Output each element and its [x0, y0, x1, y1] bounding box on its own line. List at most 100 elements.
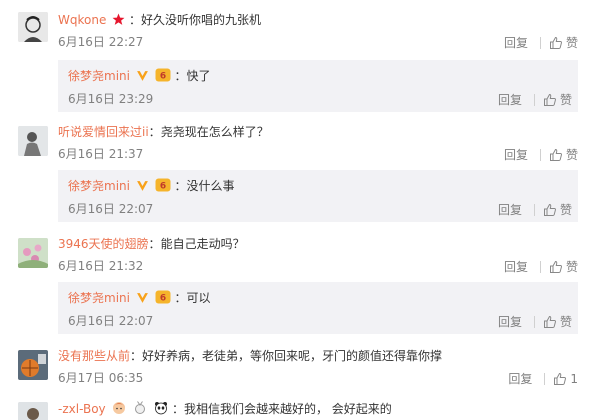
thumbs-up-icon — [543, 93, 556, 106]
username-link[interactable]: 3946天使的翅膀 — [58, 237, 149, 251]
vip-badge-icon: 6 — [155, 68, 171, 82]
comment-line: -zxl-Boy ：我相信我们会越来越好的， 会好起来的 — [58, 400, 392, 418]
comment-time: 6月17日 06:35 — [58, 371, 144, 385]
like-button[interactable]: 赞 — [543, 91, 572, 108]
star-badge-icon — [112, 13, 125, 25]
username-link[interactable]: 没有那些从前 — [58, 349, 130, 363]
like-label: 赞 — [559, 93, 572, 107]
reply-actions: 回复 赞 — [498, 91, 572, 108]
reply-text: 可以 — [186, 291, 211, 305]
like-count: 1 — [570, 371, 578, 386]
reply-line: 徐梦尧mini 6 ：快了 — [68, 67, 210, 85]
like-button[interactable]: 赞 — [543, 201, 572, 218]
like-button[interactable]: 赞 — [549, 258, 578, 275]
comment-actions: 回复 赞 — [504, 258, 578, 275]
avatar[interactable] — [18, 350, 48, 380]
username-link[interactable]: 徐梦尧mini — [68, 291, 130, 305]
svg-text:6: 6 — [159, 294, 165, 304]
comment-actions: 回复 赞 — [504, 146, 578, 163]
vip-badge-icon: 6 — [155, 178, 171, 192]
reply-button[interactable]: 回复 — [498, 201, 522, 218]
reply-actions: 回复 赞 — [498, 313, 572, 330]
thumbs-up-icon — [543, 315, 556, 328]
reply-button[interactable]: 回复 — [504, 34, 528, 51]
panda-icon — [155, 402, 168, 415]
divider — [533, 315, 535, 328]
reply-box: 徐梦尧mini 6 ：可以 6月16日 22:07 回复 赞 — [58, 282, 578, 334]
divider — [539, 260, 541, 273]
colon: ： — [174, 179, 187, 193]
like-label: 赞 — [565, 260, 578, 274]
username-link[interactable]: -zxl-Boy — [58, 402, 106, 416]
comment-time: 6月16日 21:37 — [58, 147, 144, 161]
comment-actions: 回复 1 — [508, 370, 578, 387]
like-button[interactable]: 1 — [553, 372, 578, 386]
verified-v-icon — [136, 181, 148, 191]
comment-line: 没有那些从前：好好养病，老徒弟，等你回来呢，牙门的颜值还得靠你撑 — [58, 347, 442, 365]
reply-button[interactable]: 回复 — [504, 258, 528, 275]
colon: ： — [171, 402, 184, 416]
comment-actions: 回复 赞 — [504, 34, 578, 51]
divider — [539, 36, 541, 49]
reply-box: 徐梦尧mini 6 ：没什么事 6月16日 22:07 回复 赞 — [58, 170, 578, 222]
thumbs-up-icon — [549, 36, 562, 49]
avatar[interactable] — [18, 126, 48, 156]
divider — [544, 372, 546, 385]
like-label: 赞 — [559, 315, 572, 329]
comment-text: 我相信我们会越来越好的， 会好起来的 — [183, 402, 392, 416]
reply-button[interactable]: 回复 — [504, 146, 528, 163]
comment-text: 好好养病，老徒弟，等你回来呢，牙门的颜值还得靠你撑 — [142, 349, 443, 363]
thumbs-up-icon — [554, 372, 567, 385]
like-label: 赞 — [559, 203, 572, 217]
reply-button[interactable]: 回复 — [508, 370, 532, 387]
reply-button[interactable]: 回复 — [498, 91, 522, 108]
comment-text: 能自己走动吗？ — [160, 237, 245, 251]
colon: ： — [130, 349, 143, 363]
colon: ： — [174, 291, 187, 305]
comment-line: 3946天使的翅膀：能自己走动吗？ — [58, 235, 245, 253]
username-link[interactable]: Wqkone — [58, 13, 106, 27]
vip-badge-icon: 6 — [155, 290, 171, 304]
verified-v-icon — [136, 71, 148, 81]
divider — [533, 93, 535, 106]
like-button[interactable]: 赞 — [549, 34, 578, 51]
comment-time: 6月16日 22:27 — [58, 35, 144, 49]
like-label: 赞 — [565, 36, 578, 50]
comment-text: 好久没听你唱的九张机 — [141, 13, 262, 27]
comment-line: 听说爱情回来过ii：尧尧现在怎么样了？ — [58, 123, 269, 141]
like-label: 赞 — [565, 148, 578, 162]
avatar[interactable] — [18, 238, 48, 268]
colon: ： — [148, 237, 161, 251]
avatar[interactable] — [18, 402, 48, 420]
reply-time: 6月16日 22:07 — [68, 314, 154, 328]
like-button[interactable]: 赞 — [543, 313, 572, 330]
reply-actions: 回复 赞 — [498, 201, 572, 218]
reply-text: 没什么事 — [186, 179, 235, 193]
avatar[interactable] — [18, 12, 48, 42]
colon: ： — [174, 69, 187, 83]
verified-v-icon — [136, 293, 148, 303]
medal-icon — [135, 401, 146, 414]
username-link[interactable]: 听说爱情回来过ii — [58, 125, 149, 139]
like-button[interactable]: 赞 — [549, 146, 578, 163]
reply-line: 徐梦尧mini 6 ：没什么事 — [68, 177, 234, 195]
colon: ： — [148, 125, 161, 139]
username-link[interactable]: 徐梦尧mini — [68, 179, 130, 193]
girl-face-emoji-icon — [113, 402, 126, 414]
reply-button[interactable]: 回复 — [498, 313, 522, 330]
reply-time: 6月16日 23:29 — [68, 92, 154, 106]
reply-time: 6月16日 22:07 — [68, 202, 154, 216]
username-link[interactable]: 徐梦尧mini — [68, 69, 130, 83]
comment-time: 6月16日 21:32 — [58, 259, 144, 273]
divider — [533, 203, 535, 216]
divider — [539, 148, 541, 161]
thumbs-up-icon — [543, 203, 556, 216]
reply-line: 徐梦尧mini 6 ：可以 — [68, 289, 210, 307]
reply-box: 徐梦尧mini 6 ：快了 6月16日 23:29 回复 赞 — [58, 60, 578, 112]
colon: ： — [129, 13, 142, 27]
reply-text: 快了 — [186, 69, 211, 83]
thumbs-up-icon — [549, 148, 562, 161]
svg-text:6: 6 — [159, 72, 165, 82]
thumbs-up-icon — [549, 260, 562, 273]
comment-line: Wqkone ：好久没听你唱的九张机 — [58, 11, 261, 29]
